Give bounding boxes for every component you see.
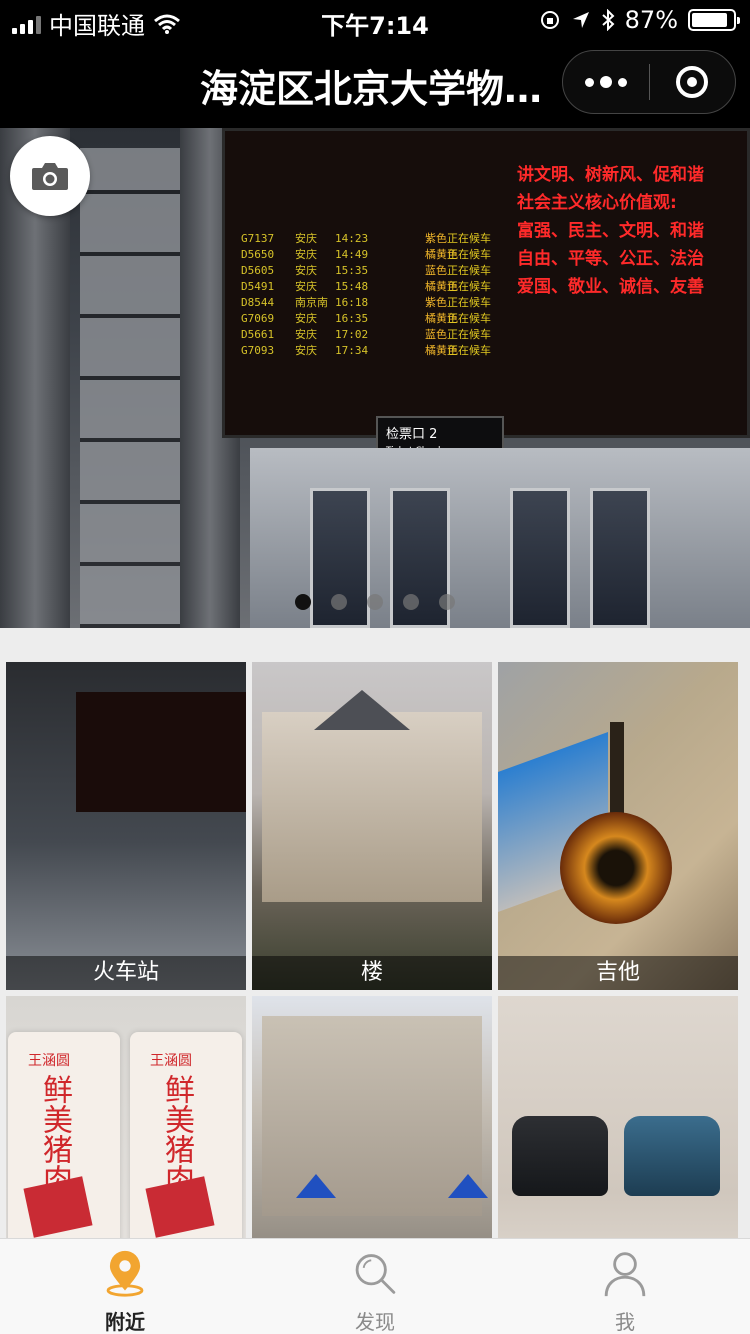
photo-image (262, 712, 482, 902)
photo-label: 楼 (252, 956, 492, 990)
battery-icon (688, 9, 740, 31)
location-arrow-icon (572, 12, 589, 28)
photo-banner[interactable]: G7137 D5650 D5605 D5491 D8544 G7069 D5661 G7093… (0, 128, 750, 628)
photo-image (262, 1016, 482, 1216)
photo-label: 吉他 (498, 956, 738, 990)
page-title: 海淀区北京大学物… (200, 67, 543, 111)
close-mini-program-button[interactable] (650, 51, 736, 113)
tab-discover[interactable]: 发现 (250, 1239, 500, 1334)
tab-me[interactable]: 我 (500, 1239, 750, 1334)
station-windows (80, 148, 190, 628)
location-pin-icon (106, 1250, 144, 1297)
photo-tile[interactable]: 楼 (252, 662, 492, 990)
photo-tile[interactable]: 吉他 (498, 662, 738, 990)
target-close-icon (676, 66, 709, 98)
tab-label: 附近 (105, 1310, 145, 1334)
mini-program-capsule (562, 50, 736, 114)
orientation-lock-icon (540, 11, 559, 29)
led-city-column: 安庆 安庆 安庆 安庆 南京南 安庆 安庆 安庆 (295, 232, 328, 357)
more-dots-icon (584, 77, 594, 87)
camera-icon (32, 163, 68, 190)
status-bar: 中国联通 下午7:14 87% (0, 0, 750, 40)
led-slogan: 讲文明、树新风、促和谐 社会主义核心价值观: 富强、民主、文明、和谐 自由、平等、公正… (517, 165, 704, 297)
photo-image (512, 1116, 608, 1196)
more-options-button[interactable] (563, 51, 649, 113)
photo-grid: 火车站 楼 吉他 王涵圆 鲜美猪肉 王涵圆 鲜美猪肉 (6, 662, 744, 1324)
carousel-dot[interactable] (331, 594, 347, 610)
battery-percent: 87% (624, 6, 678, 34)
photo-image (76, 692, 246, 812)
search-icon (355, 1254, 396, 1294)
bluetooth-icon (601, 9, 615, 31)
carousel-indicators (0, 594, 750, 610)
tab-nearby[interactable]: 附近 (0, 1239, 250, 1334)
carousel-dot[interactable] (367, 594, 383, 610)
camera-button[interactable] (10, 136, 90, 216)
photo-image (624, 1116, 720, 1196)
photo-tile[interactable]: 火车站 (6, 662, 246, 990)
carousel-dot[interactable] (439, 594, 455, 610)
tab-label: 发现 (355, 1310, 395, 1334)
led-departure-board: G7137 D5650 D5605 D5491 D8544 G7069 D5661 G7093… (222, 128, 750, 438)
tab-label: 我 (615, 1310, 635, 1334)
tab-bar: 附近 发现 我 (0, 1238, 750, 1334)
led-time-column: 14:23 14:49 15:35 15:48 16:18 16:35 17:02 17:34 (335, 232, 369, 357)
person-icon (604, 1252, 646, 1297)
carousel-dot[interactable] (295, 594, 311, 610)
photo-image-guitar-body (560, 812, 672, 924)
photo-label: 火车站 (6, 956, 246, 990)
carousel-dot[interactable] (403, 594, 419, 610)
led-status-column: 正在候车 正在候车 正在候车 正在候车 正在候车 正在候车 正在候车 正在候车 (447, 232, 491, 357)
led-train-column: G7137 D5650 D5605 D5491 D8544 G7069 D5661 G7093 (241, 232, 275, 357)
nav-bar: 海淀区北京大学物… (0, 40, 750, 128)
